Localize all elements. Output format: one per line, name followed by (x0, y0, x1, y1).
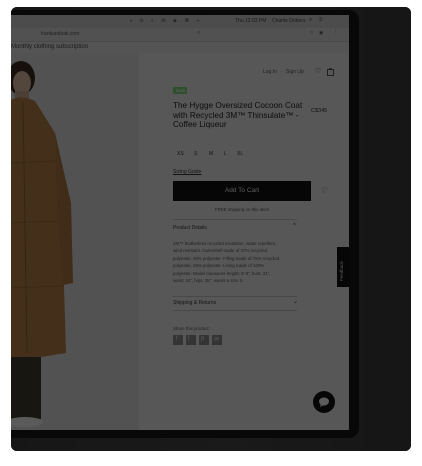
divider (173, 310, 297, 311)
details-line: 3M™ featherless recycled insulation, wat… (173, 241, 276, 246)
signup-link[interactable]: Sign Up (286, 69, 304, 75)
star-icon[interactable]: ☆ (309, 30, 313, 36)
shipping-note: FREE shipping on this item! (215, 207, 270, 212)
chat-bubble-icon (319, 397, 329, 407)
search-icon[interactable]: ⌕ (309, 17, 312, 24)
shopping-bag-icon[interactable] (327, 67, 334, 76)
chat-button[interactable] (313, 391, 335, 413)
feedback-tab-label: Feedback (339, 261, 344, 281)
twitter-icon[interactable]: t (186, 335, 196, 345)
email-icon[interactable]: ✉ (212, 335, 222, 345)
size-option[interactable]: S (194, 151, 197, 157)
feedback-tab[interactable]: Feedback (337, 247, 349, 287)
product-title-line: The Hygge Oversized Cocoon Coat (173, 101, 303, 110)
os-menu-bar: ◑ ⊙ ◐ ✉ ◈ ⌘ ⌁ Thu 12:03 PM Charlie Dober… (11, 15, 349, 28)
product-price: C$345 (311, 108, 328, 114)
chevron-up-icon[interactable]: ^ (293, 223, 296, 229)
menubar-clock: Thu 12:03 PM (235, 18, 267, 24)
login-link[interactable]: Log In (263, 69, 277, 75)
size-selector: XS S M L XL (177, 151, 257, 159)
browser-menu-icon[interactable]: ⋮ (333, 29, 338, 35)
product-title-line: Coffee Liqueur (173, 120, 227, 129)
subscription-banner[interactable]: Monthly clothing subscription (11, 44, 88, 50)
menubar-status-icons: ◑ ⊙ ◐ ✉ ◈ ⌘ ⌁ (129, 18, 203, 24)
details-line: wind resistant. Outershell made of 37% r… (173, 248, 267, 254)
product-page: Log In · Sign Up ♡ New The Hygge Oversiz… (11, 53, 349, 430)
heart-icon[interactable]: ♡ (315, 67, 321, 75)
shipping-returns-heading[interactable]: Shipping & Returns (173, 300, 216, 306)
menu-list-icon[interactable]: ≡ (319, 17, 323, 23)
product-details-text: 3M™ featherless recycled insulation, wat… (173, 240, 279, 284)
product-photo (11, 53, 139, 430)
facebook-icon[interactable]: f (173, 335, 183, 345)
product-details-heading[interactable]: Product Details (173, 225, 207, 231)
login-separator: · (281, 69, 283, 75)
browser-toolbar: frankandoak.com × ☆ ◉ ⋮ (11, 28, 349, 42)
model-wearing-coat (11, 61, 73, 427)
details-line: polyester, 25% polyester. Lining made of… (173, 263, 265, 269)
add-to-cart-button[interactable]: Add To Cart (173, 181, 311, 201)
details-line: waist: 24", hips: 35"; wears a size S. (173, 278, 244, 284)
new-badge: New (173, 87, 187, 94)
extension-icon[interactable]: ◉ (319, 30, 323, 36)
size-guide-link[interactable]: Sizing Guide (173, 169, 201, 175)
address-bar[interactable]: frankandoak.com (41, 31, 79, 37)
add-to-cart-label: Add To Cart (224, 187, 260, 194)
tab-close-icon[interactable]: × (197, 30, 200, 36)
pinterest-icon[interactable]: p (199, 335, 209, 345)
divider (173, 296, 297, 297)
divider (173, 219, 297, 220)
laptop: ◑ ⊙ ◐ ✉ ◈ ⌘ ⌁ Thu 12:03 PM Charlie Dober… (11, 7, 411, 451)
laptop-screen: ◑ ⊙ ◐ ✉ ◈ ⌘ ⌁ Thu 12:03 PM Charlie Dober… (11, 15, 349, 430)
product-title: The Hygge Oversized Cocoon Coat with Rec… (173, 101, 302, 130)
size-option[interactable]: L (224, 151, 227, 157)
details-line: polyester. Model measures height: 5' 9",… (173, 270, 271, 276)
chevron-down-icon[interactable]: ⌄ (293, 298, 298, 305)
size-option[interactable]: M (209, 151, 213, 157)
product-title-line: with Recycled 3M™ Thinsulate™ - (173, 110, 299, 120)
wishlist-heart-icon[interactable]: ♡ (321, 186, 328, 195)
share-label: Share this product: (173, 326, 210, 331)
menubar-user: Charlie Dobers (272, 18, 306, 24)
size-option[interactable]: XS (177, 151, 184, 157)
details-line: polyester, 40% polyester. Filling made o… (173, 255, 280, 261)
photo-frame: ◑ ⊙ ◐ ✉ ◈ ⌘ ⌁ Thu 12:03 PM Charlie Dober… (11, 7, 411, 451)
size-option[interactable]: XL (237, 151, 243, 157)
